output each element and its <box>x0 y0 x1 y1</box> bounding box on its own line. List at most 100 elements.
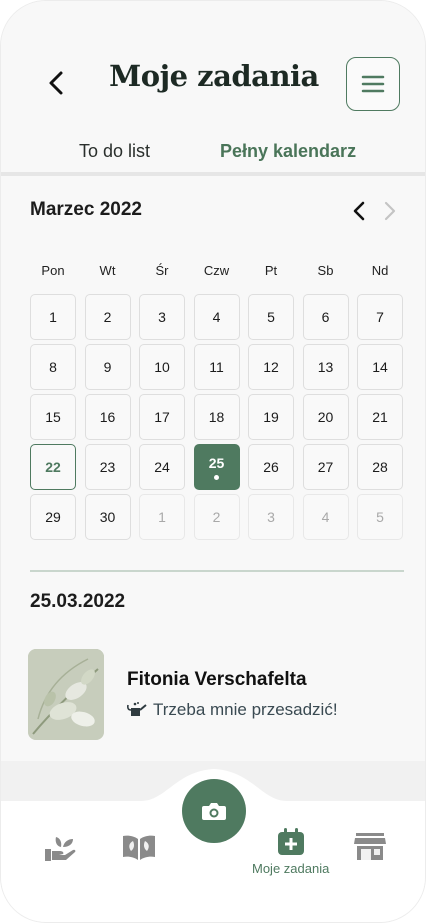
task-note-text: Trzeba mnie przesadzić! <box>153 700 338 719</box>
nav-my-tasks-label: Moje zadania <box>252 861 330 876</box>
calendar-day-number: 27 <box>317 459 334 475</box>
calendar-day-number: 8 <box>49 359 57 375</box>
calendar-day-number: 11 <box>209 359 224 375</box>
calendar-day[interactable]: 23 <box>84 444 131 490</box>
nav-my-plants[interactable] <box>43 833 77 863</box>
calendar-day-number: 4 <box>212 309 221 325</box>
calendar-day[interactable]: 16 <box>84 394 131 440</box>
calendar-day[interactable]: 19 <box>248 394 294 440</box>
calendar-day-number: 15 <box>45 409 61 425</box>
calendar-day-number: 24 <box>154 459 170 475</box>
calendar-day[interactable]: 10 <box>139 344 185 390</box>
selected-date-heading: 25.03.2022 <box>30 591 126 612</box>
hand-plant-icon <box>45 837 76 861</box>
weekday-label: Nd <box>371 263 389 278</box>
calendar-day[interactable]: 2 <box>193 494 240 540</box>
weekday-label: Sb <box>317 263 334 278</box>
nav-my-tasks[interactable]: Moje zadania <box>252 827 329 876</box>
calendar-day-number: 14 <box>372 359 388 375</box>
calendar-day[interactable]: 3 <box>139 294 185 340</box>
camera-icon <box>202 803 226 820</box>
calendar-day[interactable]: 24 <box>139 444 185 490</box>
calendar-day-number: 16 <box>99 409 116 425</box>
month-label: Marzec 2022 <box>30 199 142 220</box>
calendar-day[interactable]: 11 <box>193 344 240 390</box>
calendar-day-number: 23 <box>99 459 116 475</box>
calendar-day-number: 20 <box>317 409 334 425</box>
calendar-day-number: 12 <box>263 359 279 375</box>
calendar-day[interactable]: 5 <box>357 494 403 540</box>
calendar-day-selected[interactable]: 25 <box>193 444 240 490</box>
calendar-day[interactable]: 4 <box>193 294 240 340</box>
camera-button[interactable] <box>182 779 246 843</box>
calendar-day-number: 29 <box>45 509 61 525</box>
calendar-day[interactable]: 4 <box>302 494 349 540</box>
calendar-day-number: 25 <box>208 454 225 471</box>
nav-plant-guide[interactable] <box>121 833 157 861</box>
calendar-day[interactable]: 9 <box>84 344 131 390</box>
calendar-day[interactable]: 5 <box>248 294 294 340</box>
calendar-day[interactable]: 29 <box>30 494 76 540</box>
calendar-day[interactable]: 7 <box>357 294 403 340</box>
watering-can-icon <box>127 702 147 716</box>
shop-icon <box>354 833 386 860</box>
calendar-day[interactable]: 17 <box>139 394 185 440</box>
calendar-day[interactable]: 26 <box>248 444 294 490</box>
calendar-day-number: 17 <box>154 409 170 425</box>
calendar-day-number: 9 <box>103 359 112 375</box>
section-divider <box>30 570 404 572</box>
plant-photo <box>28 649 104 740</box>
calendar-day[interactable]: 1 <box>139 494 185 540</box>
calendar-day[interactable]: 8 <box>30 344 76 390</box>
calendar-day-number: 5 <box>267 309 275 325</box>
weekday-label: Pon <box>41 263 65 278</box>
calendar-day[interactable]: 13 <box>302 344 349 390</box>
task-indicator-dot <box>214 474 219 480</box>
weekday-label: Śr <box>155 263 169 278</box>
calendar-day[interactable]: 6 <box>302 294 349 340</box>
book-leaf-icon <box>123 835 155 860</box>
app-screen: Moje zadania To do list Pełny kalendarz … <box>0 0 426 923</box>
calendar-day-number: 3 <box>267 509 275 525</box>
tab-full-calendar[interactable]: Pełny kalendarz <box>220 141 356 162</box>
calendar-day[interactable]: 2 <box>84 294 131 340</box>
calendar-day-number: 1 <box>158 509 166 525</box>
calendar-day[interactable]: 3 <box>248 494 294 540</box>
nav-shop[interactable] <box>353 832 387 862</box>
tab-todo-list[interactable]: To do list <box>79 141 150 162</box>
calendar-day-number: 1 <box>49 309 57 325</box>
weekday-label: Pt <box>264 263 278 278</box>
calendar-day[interactable]: 12 <box>248 344 294 390</box>
calendar-day[interactable]: 20 <box>302 394 349 440</box>
calendar-day-number: 22 <box>45 459 61 475</box>
previous-month-button[interactable] <box>348 199 370 223</box>
calendar-day-number: 5 <box>376 509 384 525</box>
calendar-day-number: 18 <box>208 409 225 425</box>
calendar-day-number: 30 <box>99 509 116 525</box>
calendar-day-number: 7 <box>376 309 384 325</box>
weekday-label: Wt <box>99 263 116 278</box>
calendar-day[interactable]: 21 <box>357 394 403 440</box>
calendar-day[interactable]: 1 <box>30 294 76 340</box>
plant-name: Fitonia Verschafelta <box>127 669 307 690</box>
calendar-day-today[interactable]: 22 <box>30 444 76 490</box>
page-title: Moje zadania <box>109 59 319 93</box>
next-month-button[interactable] <box>379 199 401 223</box>
calendar-day-number: 26 <box>263 459 279 475</box>
calendar-day[interactable]: 18 <box>193 394 240 440</box>
calendar-grid: 1 2 3 4 5 6 7 8 9 10 11 12 13 14 15 16 17 18 19 20 21 22 23 24 2… <box>30 294 404 542</box>
tab-bar: To do list Pełny kalendarz <box>1 131 425 177</box>
tabs-divider <box>1 172 425 176</box>
calendar-day[interactable]: 30 <box>84 494 131 540</box>
calendar-day-number: 28 <box>372 459 388 475</box>
calendar-day-number: 10 <box>154 359 170 375</box>
calendar-day[interactable]: 28 <box>357 444 403 490</box>
back-button[interactable] <box>39 63 75 103</box>
menu-button[interactable] <box>346 57 400 111</box>
calendar-day[interactable]: 14 <box>357 344 403 390</box>
calendar-plus-icon <box>277 828 304 855</box>
task-card[interactable]: Fitonia Verschafelta Trzeba mnie przesad… <box>28 649 408 741</box>
calendar-day[interactable]: 27 <box>302 444 349 490</box>
hamburger-menu-icon <box>361 75 385 93</box>
calendar-day[interactable]: 15 <box>30 394 76 440</box>
